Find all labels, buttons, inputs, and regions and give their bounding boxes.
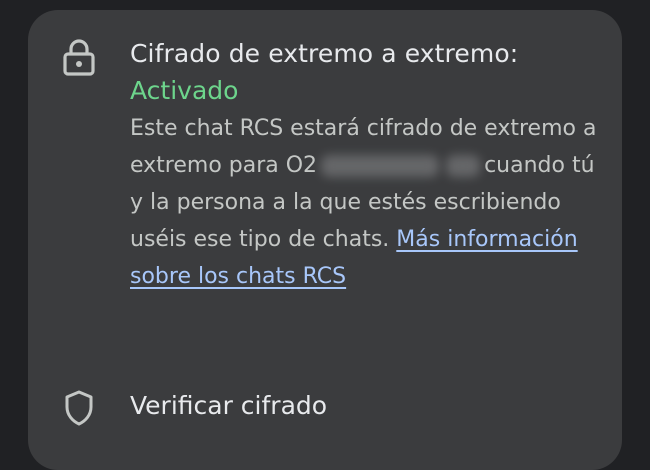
verify-encryption-label: Verificar cifrado <box>130 391 328 420</box>
encryption-title: Cifrado de extremo a extremo: <box>130 39 519 68</box>
encryption-status: Activado <box>130 76 239 105</box>
encryption-status-row: Cifrado de extremo a extremo: Activado E… <box>28 10 622 360</box>
lock-icon <box>63 39 95 76</box>
encryption-description: Este chat RCS estará cifrado de extremo … <box>130 110 600 295</box>
encryption-info-card: Cifrado de extremo a extremo: Activado E… <box>28 10 622 470</box>
redacted-phone-number <box>321 155 440 177</box>
verify-encryption-row[interactable]: Verificar cifrado <box>28 375 622 439</box>
encryption-text-block: Cifrado de extremo a extremo: Activado E… <box>130 36 600 295</box>
redacted-phone-number-end <box>446 155 481 177</box>
shield-icon <box>65 390 93 426</box>
